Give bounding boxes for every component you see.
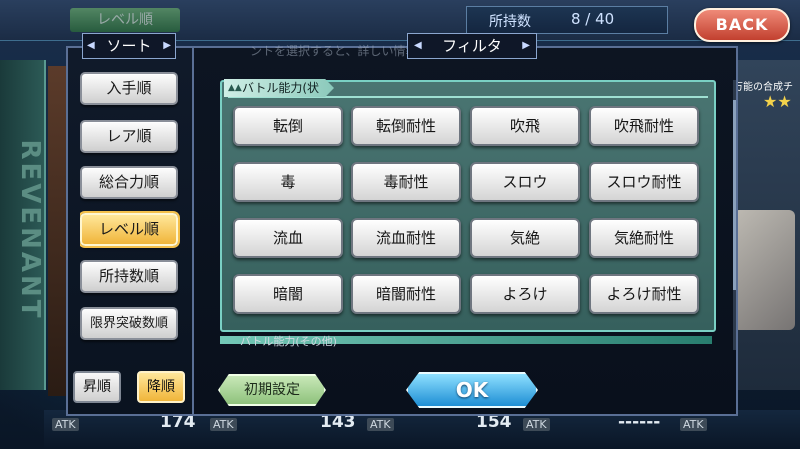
- background-card-text: 万能の合成チ: [733, 82, 793, 93]
- owned-count-label: 所持数: [489, 14, 531, 30]
- sort-total-power-button[interactable]: 総合力順: [80, 166, 178, 199]
- right-arrow-icon: ▶: [163, 40, 171, 51]
- section-label-battle-status: ▲▲ バトル能力(状態): [224, 79, 334, 97]
- filter-poison-resist-button[interactable]: 毒耐性: [351, 162, 461, 202]
- owned-count-box: 所持数 8 / 40: [466, 6, 668, 34]
- filter-title-text: フィルタ: [442, 37, 502, 55]
- filter-stagger-resist-button[interactable]: よろけ耐性: [589, 274, 699, 314]
- descending-button[interactable]: 降順: [137, 371, 185, 403]
- background-card-edge: [48, 66, 68, 396]
- filter-slow-button[interactable]: スロウ: [470, 162, 580, 202]
- sort-owned-button[interactable]: 所持数順: [80, 260, 178, 293]
- filter-stagger-button[interactable]: よろけ: [470, 274, 580, 314]
- sort-acquired-button[interactable]: 入手順: [80, 72, 178, 105]
- left-arrow-icon: ◀: [87, 40, 95, 51]
- filter-slow-resist-button[interactable]: スロウ耐性: [589, 162, 699, 202]
- sort-mode-indicator: レベル順: [70, 8, 180, 32]
- hint-text: ントを選択すると、詳しい情報: [250, 44, 418, 58]
- section-label-battle-other: バトル能力(その他): [240, 335, 337, 348]
- filter-blowaway-button[interactable]: 吹飛: [470, 106, 580, 146]
- filter-bleed-button[interactable]: 流血: [233, 218, 343, 258]
- sort-list[interactable]: 入手順 レア順 総合力順 レベル順 所持数順 限界突破数順: [80, 70, 180, 354]
- filter-bleed-resist-button[interactable]: 流血耐性: [351, 218, 461, 258]
- ascending-button[interactable]: 昇順: [73, 371, 121, 403]
- atk-label: ATK: [680, 418, 707, 431]
- atk-label: ATK: [52, 418, 79, 431]
- sort-rarity-button[interactable]: レア順: [80, 120, 178, 153]
- filter-blowaway-resist-button[interactable]: 吹飛耐性: [589, 106, 699, 146]
- side-banner: REVENANT: [0, 60, 46, 390]
- sort-panel-title: ◀ ソート ▶: [82, 33, 176, 59]
- filter-knockdown-button[interactable]: 転倒: [233, 106, 343, 146]
- reset-button[interactable]: 初期設定: [218, 374, 326, 406]
- filter-knockdown-resist-button[interactable]: 転倒耐性: [351, 106, 461, 146]
- filter-poison-button[interactable]: 毒: [233, 162, 343, 202]
- star-rating-icon: ★★: [763, 92, 792, 111]
- right-arrow-icon: ▶: [522, 40, 530, 51]
- card-art: [733, 210, 795, 330]
- section-marker-icon: ▲▲: [228, 83, 242, 93]
- sort-limit-break-button[interactable]: 限界突破数順: [80, 307, 178, 340]
- atk-label: ATK: [210, 418, 237, 431]
- filter-blind-button[interactable]: 暗闇: [233, 274, 343, 314]
- owned-count-value: 8 / 40: [571, 10, 615, 28]
- filter-blind-resist-button[interactable]: 暗闇耐性: [351, 274, 461, 314]
- atk-label: ATK: [367, 418, 394, 431]
- filter-panel-title: ◀ フィルタ ▶: [407, 33, 537, 59]
- sort-title-text: ソート: [106, 37, 152, 55]
- side-banner-text: REVENANT: [15, 139, 45, 321]
- sort-level-button[interactable]: レベル順: [80, 213, 178, 246]
- left-arrow-icon: ◀: [414, 40, 422, 51]
- back-button[interactable]: BACK: [694, 8, 790, 42]
- atk-label: ATK: [523, 418, 550, 431]
- scrollbar-thumb[interactable]: [733, 100, 736, 290]
- filter-stun-resist-button[interactable]: 気絶耐性: [589, 218, 699, 258]
- filter-stun-button[interactable]: 気絶: [470, 218, 580, 258]
- ok-button[interactable]: OK: [406, 372, 538, 408]
